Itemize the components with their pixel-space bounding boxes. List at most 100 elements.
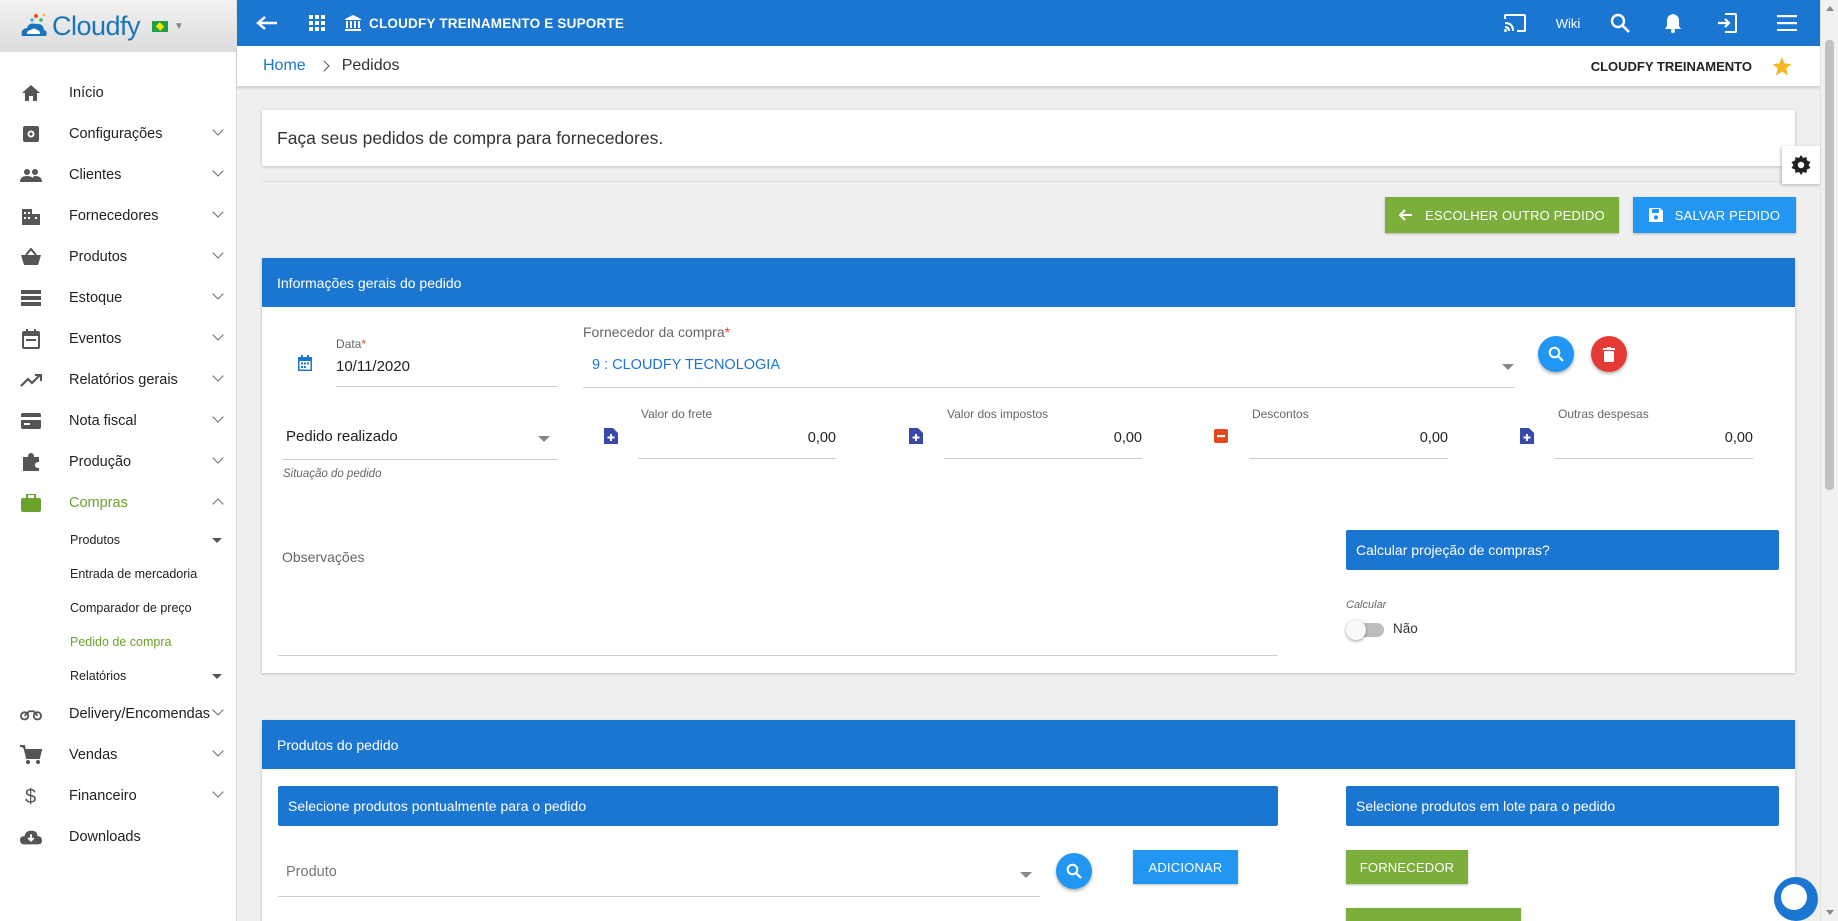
sidebar-item-inicio[interactable]: Início [0, 72, 236, 113]
submenu-item-label: Relatórios [70, 669, 127, 683]
supplier-select[interactable]: 9 : CLOUDFY TECNOLOGIA [592, 357, 780, 373]
date-label: Data* [336, 337, 366, 351]
dropdown-arrow-icon[interactable] [538, 436, 550, 442]
chat-widget-button[interactable] [1774, 877, 1818, 921]
other-expenses-label: Outras despesas [1558, 407, 1649, 421]
chevron-down-icon [212, 786, 224, 798]
sidebar-item-label: Produtos [69, 248, 128, 265]
sidebar-item-downloads[interactable]: Downloads [0, 816, 236, 857]
submenu-item-comparador-preco[interactable]: Comparador de preço [0, 591, 236, 625]
back-button[interactable] [237, 0, 297, 46]
chevron-down-icon [212, 124, 224, 136]
sidebar-item-fornecedores[interactable]: Fornecedores [0, 195, 236, 236]
sidebar-item-compras[interactable]: Compras [0, 482, 236, 523]
add-product-button[interactable]: ADICIONAR [1133, 850, 1238, 884]
settings-tab[interactable] [1782, 146, 1820, 184]
breadcrumb: Home Pedidos CLOUDFY TREINAMENTO [237, 46, 1820, 86]
order-status-select[interactable]: Pedido realizado [286, 428, 398, 445]
purchase-projection-header: Calcular projeção de compras? [1346, 530, 1779, 570]
choose-other-order-button[interactable]: ESCOLHER OUTRO PEDIDO [1385, 197, 1619, 233]
chevron-down-icon [212, 247, 224, 259]
sidebar-item-vendas[interactable]: Vendas [0, 734, 236, 775]
card-icon [20, 410, 42, 432]
search-icon [1548, 346, 1564, 362]
sidebar-item-eventos[interactable]: Eventos [0, 318, 236, 359]
button-label: ESCOLHER OUTRO PEDIDO [1425, 207, 1605, 223]
search-button[interactable] [1594, 0, 1646, 46]
submenu-item-pedido-compra[interactable]: Pedido de compra [0, 625, 236, 659]
section-header: Produtos do pedido [262, 720, 1795, 769]
search-icon [1066, 863, 1082, 879]
brazil-flag-icon[interactable] [152, 20, 169, 32]
notifications-button[interactable] [1646, 0, 1700, 46]
single-products-header: Selecione produtos pontualmente para o p… [278, 786, 1278, 826]
dropdown-arrow-icon[interactable] [1020, 872, 1032, 878]
submenu-item-relatorios[interactable]: Relatórios [0, 659, 236, 693]
observations-textarea[interactable] [278, 538, 1278, 634]
breadcrumb-home[interactable]: Home [263, 57, 306, 75]
sidebar-item-label: Vendas [69, 746, 118, 763]
scroll-up-icon[interactable] [1826, 6, 1834, 11]
sidebar-item-delivery[interactable]: Delivery/Encomendas [0, 693, 236, 734]
chevron-up-icon [212, 498, 224, 510]
chevron-down-icon [212, 165, 224, 177]
status-underline [283, 459, 557, 460]
logout-button[interactable] [1700, 0, 1754, 46]
sidebar-item-financeiro[interactable]: $ Financeiro [0, 775, 236, 816]
cast-button[interactable] [1488, 0, 1542, 46]
language-caret-icon[interactable]: ▼ [174, 21, 184, 32]
section-header: Informações gerais do pedido [262, 258, 1795, 307]
delete-supplier-button[interactable] [1591, 336, 1627, 372]
sidebar-item-configuracoes[interactable]: Configurações [0, 113, 236, 154]
sidebar-item-label: Delivery/Encomendas [69, 705, 211, 722]
star-icon[interactable] [1772, 56, 1792, 76]
logo-bar: Cloudfy ▼ [0, 0, 236, 52]
sidebar: Cloudfy ▼ Início Configurações Clientes … [0, 0, 237, 921]
sidebar-item-clientes[interactable]: Clientes [0, 154, 236, 195]
other-expenses-input[interactable]: 0,00 [1543, 430, 1753, 446]
vertical-scrollbar[interactable] [1820, 0, 1838, 921]
sidebar-item-label: Financeiro [69, 787, 137, 804]
sidebar-item-relatorios-gerais[interactable]: Relatórios gerais [0, 359, 236, 400]
note-add-icon [604, 428, 618, 444]
cloud-logo-icon [21, 13, 47, 36]
note-add-icon [909, 428, 923, 444]
taxes-label: Valor dos impostos [947, 407, 1049, 421]
sidebar-item-producao[interactable]: Produção [0, 441, 236, 482]
scrollbar-thumb[interactable] [1825, 40, 1834, 490]
search-product-button[interactable] [1056, 853, 1092, 889]
freight-label: Valor do frete [641, 407, 713, 421]
calendar-icon[interactable] [298, 355, 312, 371]
apps-button[interactable] [297, 0, 337, 46]
submenu-item-entrada-mercadoria[interactable]: Entrada de mercadoria [0, 557, 236, 591]
batch-products-header: Selecione produtos em lote para o pedido [1346, 786, 1779, 826]
batch-button-partial[interactable] [1346, 908, 1521, 921]
supplier-label-text: Fornecedor da compra [583, 324, 725, 340]
discounts-input[interactable]: 0,00 [1239, 430, 1448, 446]
minus-box-icon [1214, 429, 1228, 443]
scroll-down-icon[interactable] [1826, 910, 1834, 915]
save-order-button[interactable]: SALVAR PEDIDO [1633, 197, 1796, 233]
caret-down-icon [212, 538, 222, 543]
company-name: CLOUDFY TREINAMENTO [1590, 58, 1752, 74]
freight-input[interactable]: 0,00 [628, 430, 836, 446]
taxes-input[interactable]: 0,00 [932, 430, 1142, 446]
other-expenses-underline [1555, 458, 1753, 459]
supplier-batch-button[interactable]: FORNECEDOR [1346, 850, 1468, 884]
sidebar-item-nota-fiscal[interactable]: Nota fiscal [0, 400, 236, 441]
search-supplier-button[interactable] [1538, 336, 1574, 372]
calculate-toggle[interactable] [1346, 620, 1384, 640]
wiki-link[interactable]: Wiki [1542, 0, 1594, 46]
submenu-item-produtos[interactable]: Produtos [0, 523, 236, 557]
product-select[interactable]: Produto [286, 864, 337, 880]
sidebar-item-estoque[interactable]: Estoque [0, 277, 236, 318]
sidebar-item-produtos[interactable]: Produtos [0, 236, 236, 277]
date-field[interactable]: 10/11/2020 [336, 358, 410, 375]
company-title[interactable]: CLOUDFY TREINAMENTO E SUPORTE [337, 0, 624, 46]
sidebar-nav: Início Configurações Clientes Fornecedor… [0, 52, 236, 857]
menu-button[interactable] [1754, 0, 1820, 46]
dropdown-arrow-icon[interactable] [1502, 364, 1514, 370]
sidebar-item-label: Relatórios gerais [69, 371, 178, 388]
freight-underline [638, 458, 836, 459]
discounts-label: Descontos [1252, 407, 1309, 421]
